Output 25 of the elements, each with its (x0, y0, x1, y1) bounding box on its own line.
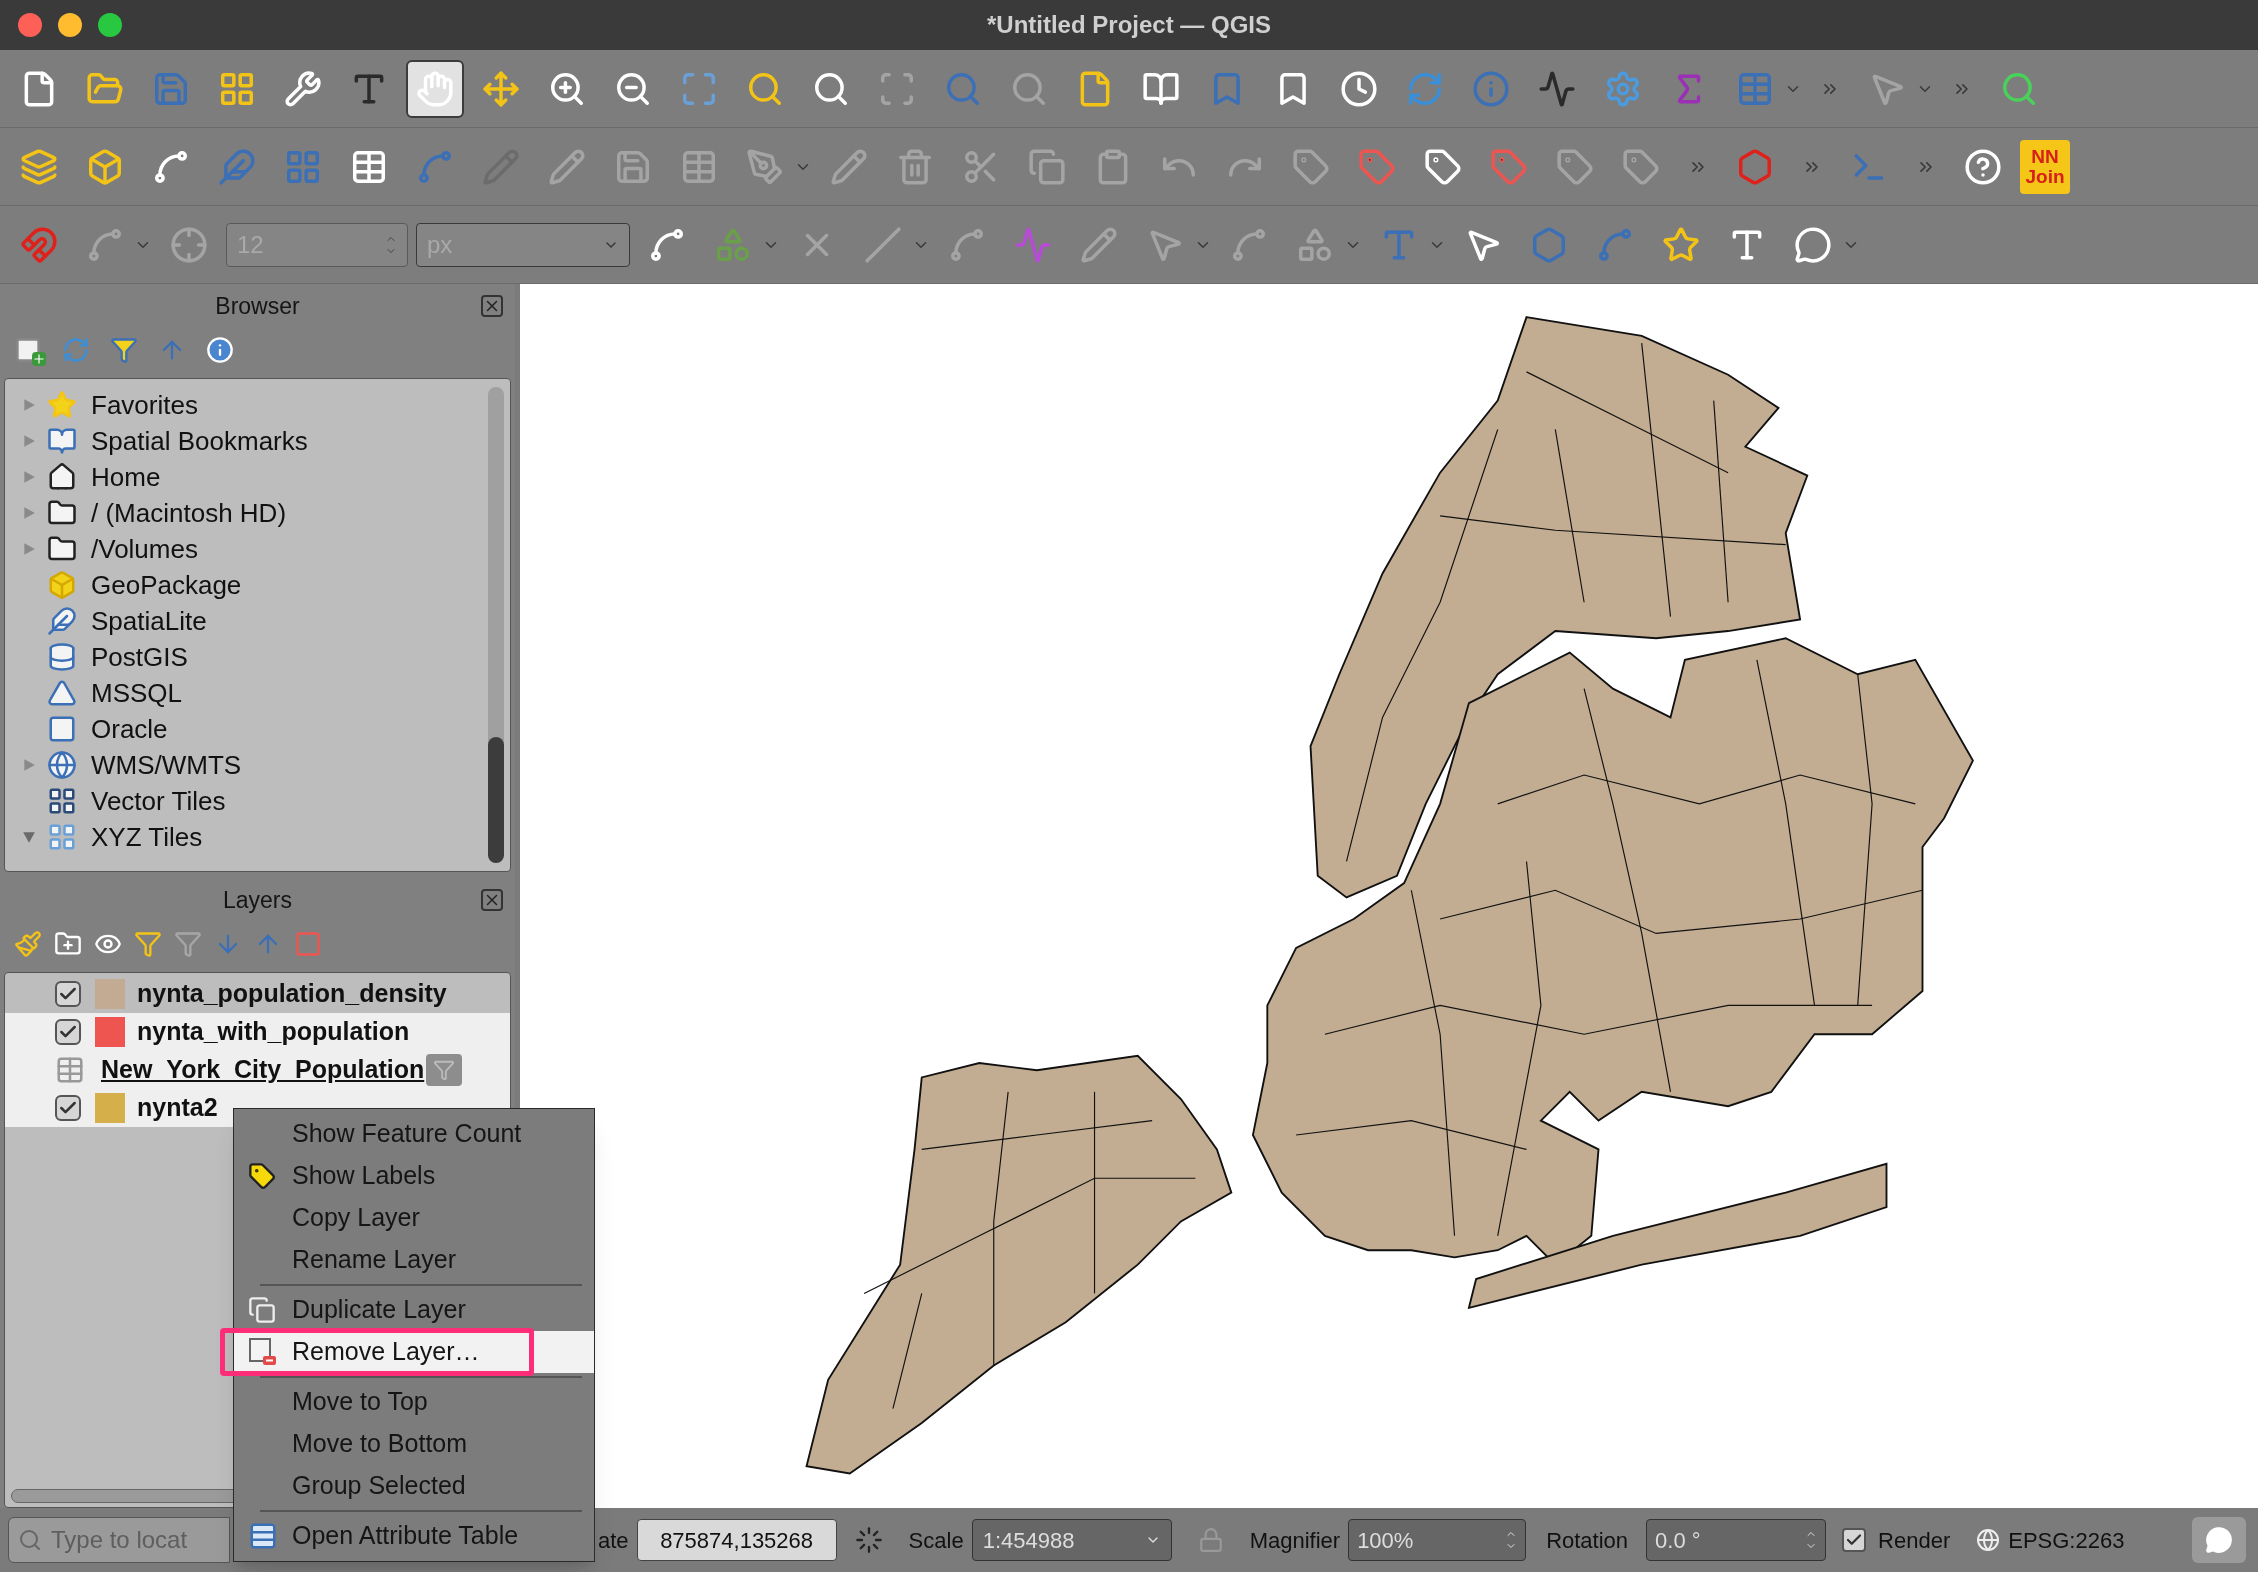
tree-item-label: SpatiaLite (91, 604, 207, 638)
coordinate-label: ate (598, 1526, 629, 1555)
scale-label: Scale (908, 1526, 964, 1555)
window-title: *Untitled Project — QGIS (986, 10, 1271, 40)
tree-item-label: / (Macintosh HD) (91, 496, 287, 530)
tree-item-label: GeoPackage (91, 568, 242, 602)
rotation-label: Rotation (1546, 1526, 1629, 1555)
tree-item-label: Vector Tiles (91, 784, 226, 818)
tree-item-label: Spatial Bookmarks (91, 424, 308, 458)
layer-name: nynta2 (137, 1092, 218, 1124)
panel-title: Layers (222, 885, 292, 915)
tree-item-label: /Volumes (91, 532, 198, 566)
tree-item-label: WMS/WMTS (91, 748, 242, 782)
panel-title: Browser (215, 291, 300, 321)
layer-name: nynta_population_density (137, 978, 447, 1010)
render-label: Render (1878, 1526, 1951, 1555)
tree-item-label: XYZ Tiles (91, 820, 203, 854)
layer-name: New_York_City_Population (101, 1054, 425, 1086)
tree-item-label: Oracle (91, 712, 168, 746)
layer-name: nynta_with_population (137, 1016, 410, 1048)
tree-item-label: Favorites (91, 388, 198, 422)
tree-item-label: MSSQL (91, 676, 183, 710)
magnifier-label: Magnifier (1249, 1526, 1341, 1555)
tree-item-label: Home (91, 460, 161, 494)
tree-item-label: PostGIS (91, 640, 188, 674)
